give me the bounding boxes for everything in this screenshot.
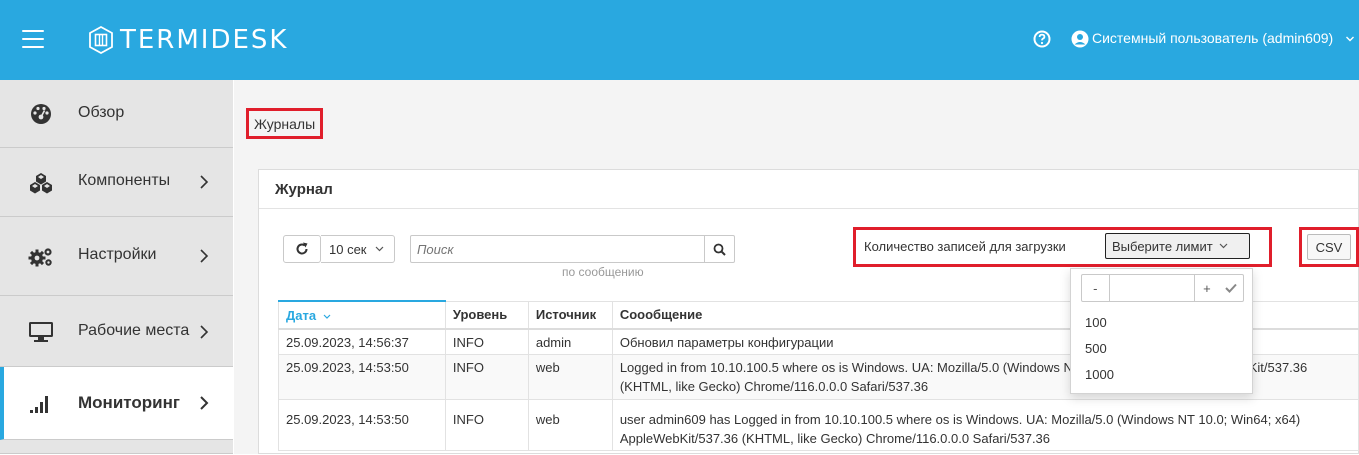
cell-source: web bbox=[527, 399, 613, 451]
refresh-button[interactable] bbox=[283, 235, 321, 263]
sidebar-item-settings[interactable]: Настройки bbox=[0, 217, 233, 296]
chevron-right-icon bbox=[200, 175, 209, 189]
search-icon bbox=[713, 243, 726, 256]
column-header-level[interactable]: Уровень bbox=[444, 300, 529, 330]
cell-source: web bbox=[527, 354, 613, 400]
sidebar-item-workplaces[interactable]: Рабочие места bbox=[0, 296, 233, 367]
cubes-icon bbox=[30, 173, 52, 194]
sidebar: Обзор Компоненты Настройки Рабочие места… bbox=[0, 80, 233, 454]
limit-stepper: - + bbox=[1081, 274, 1244, 302]
menu-icon[interactable] bbox=[22, 30, 44, 48]
sidebar-item-label: Обзор bbox=[78, 104, 125, 121]
cell-date: 25.09.2023, 14:53:50 bbox=[278, 354, 446, 400]
search-button[interactable] bbox=[704, 236, 734, 262]
user-menu-label[interactable]: Системный пользователь (admin609) bbox=[1092, 30, 1333, 46]
search-hint: по сообщению bbox=[562, 265, 644, 279]
cell-message: user admin609 has Logged in from 10.10.1… bbox=[611, 399, 1359, 451]
refresh-interval-select[interactable]: 10 сек bbox=[321, 235, 395, 263]
desktop-icon bbox=[29, 322, 53, 342]
gears-icon bbox=[28, 248, 52, 267]
sidebar-item-components[interactable]: Компоненты bbox=[0, 148, 233, 217]
user-icon[interactable] bbox=[1071, 30, 1089, 48]
chevron-right-icon bbox=[200, 325, 209, 339]
sort-desc-icon bbox=[323, 314, 331, 319]
search-input[interactable] bbox=[411, 236, 706, 262]
signal-bars-icon bbox=[30, 396, 48, 413]
cell-level: INFO bbox=[444, 399, 529, 451]
limit-option-1000[interactable]: 1000 bbox=[1085, 367, 1114, 382]
csv-export-button[interactable]: CSV bbox=[1307, 234, 1351, 260]
refresh-icon bbox=[296, 242, 308, 255]
panel-title: Журнал bbox=[259, 170, 1358, 209]
top-bar: TERMIDESK Системный пользователь (admin6… bbox=[0, 0, 1359, 80]
chevron-down-icon bbox=[1219, 243, 1228, 249]
sidebar-item-overview[interactable]: Обзор bbox=[0, 80, 233, 148]
chevron-down-icon bbox=[375, 246, 383, 252]
refresh-interval-value: 10 сек bbox=[329, 241, 367, 257]
cell-level: INFO bbox=[444, 328, 529, 355]
help-icon[interactable] bbox=[1033, 30, 1051, 48]
sidebar-item-monitoring[interactable]: Мониторинг bbox=[0, 367, 233, 440]
limit-custom-input[interactable] bbox=[1109, 275, 1194, 301]
dashboard-icon bbox=[31, 104, 51, 124]
checkmark-icon bbox=[1225, 283, 1237, 293]
column-header-source[interactable]: Источник bbox=[527, 300, 613, 330]
sidebar-item-next[interactable] bbox=[0, 440, 233, 454]
limit-option-500[interactable]: 500 bbox=[1085, 341, 1107, 356]
cell-date: 25.09.2023, 14:56:37 bbox=[278, 328, 446, 355]
record-limit-select[interactable]: Выберите лимит bbox=[1105, 233, 1250, 259]
sidebar-item-label: Мониторинг bbox=[78, 393, 180, 412]
record-limit-value: Выберите лимит bbox=[1112, 238, 1213, 254]
sidebar-item-label: Рабочие места bbox=[78, 322, 190, 339]
csv-export-group: CSV bbox=[1299, 227, 1359, 267]
termidesk-logo-icon bbox=[89, 26, 113, 54]
decrement-button[interactable]: - bbox=[1082, 275, 1110, 301]
sidebar-item-label: Компоненты bbox=[78, 172, 171, 189]
breadcrumb[interactable]: Журналы bbox=[246, 108, 324, 139]
table-row[interactable]: 25.09.2023, 14:53:50 INFO web user admin… bbox=[278, 399, 1359, 451]
cell-source: admin bbox=[527, 328, 613, 355]
cell-date: 25.09.2023, 14:53:50 bbox=[278, 399, 446, 451]
increment-button[interactable]: + bbox=[1193, 275, 1220, 301]
sidebar-item-label: Настройки bbox=[78, 246, 157, 263]
confirm-button[interactable] bbox=[1219, 275, 1243, 301]
column-header-date[interactable]: Дата bbox=[278, 300, 446, 330]
record-limit-dropdown: - + 100 500 1000 bbox=[1070, 268, 1253, 394]
record-limit-group: Количество записей для загрузки Выберите… bbox=[853, 227, 1272, 267]
record-limit-label: Количество записей для загрузки bbox=[864, 239, 1066, 254]
chevron-down-icon[interactable] bbox=[1345, 34, 1355, 44]
brand-name[interactable]: TERMIDESK bbox=[120, 25, 288, 55]
limit-option-100[interactable]: 100 bbox=[1085, 315, 1107, 330]
chevron-right-icon bbox=[200, 249, 209, 263]
chevron-right-icon bbox=[200, 396, 209, 410]
search-box bbox=[410, 235, 735, 263]
cell-level: INFO bbox=[444, 354, 529, 400]
